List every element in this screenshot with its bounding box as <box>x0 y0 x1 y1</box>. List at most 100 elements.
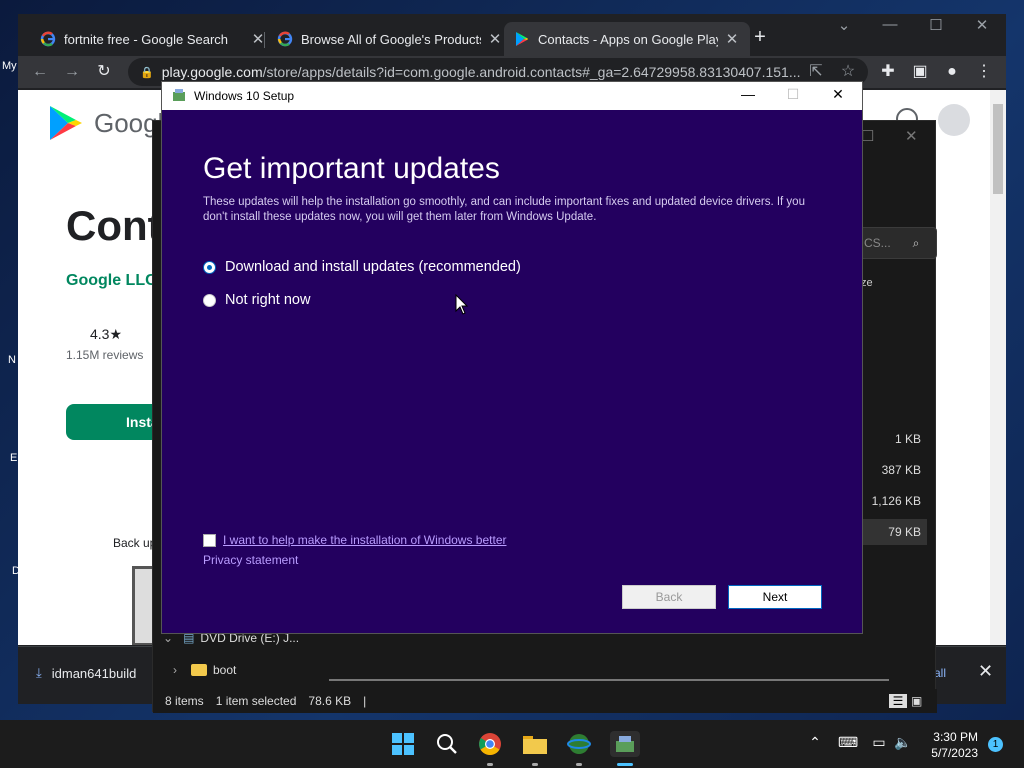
download-file-icon: ⤓ <box>36 665 42 680</box>
network-icon[interactable]: ▭ <box>870 734 888 751</box>
tab-label: fortnite free - Google Search <box>64 31 229 47</box>
side-panel-icon[interactable]: ▣ <box>910 62 930 82</box>
clock[interactable]: 3:30 PM 5/7/2023 <box>926 729 978 761</box>
tab-divider <box>264 32 265 48</box>
dialog-title: Windows 10 Setup <box>194 89 295 103</box>
rating-value: 4.3★ <box>90 326 123 342</box>
google-play-icon <box>50 106 82 140</box>
maximize-icon[interactable]: ☐ <box>861 127 874 145</box>
mouse-cursor-icon <box>455 294 469 315</box>
status-bar: 8 items 1 item selected 78.6 KB | ☰ ▣ <box>153 689 937 713</box>
radio-selected[interactable] <box>203 260 216 274</box>
desktop-icon-label[interactable]: N <box>8 354 16 366</box>
dialog-titlebar: Windows 10 Setup — ☐ ✕ <box>162 82 862 110</box>
maximize-icon[interactable]: ☐ <box>924 16 948 34</box>
file-size-cell[interactable]: 387 KB <box>855 457 927 483</box>
tab-contacts-play[interactable]: Contacts - Apps on Google Play ✕ <box>504 22 750 56</box>
close-icon[interactable]: ✕ <box>970 16 994 34</box>
option-download-updates[interactable]: Download and install updates (recommende… <box>203 259 521 275</box>
search-icon[interactable] <box>434 731 460 757</box>
desktop-icon-label[interactable]: E <box>10 452 17 464</box>
setup-app-icon <box>172 88 186 105</box>
nav-item-label: boot <box>213 663 237 677</box>
privacy-statement-link[interactable]: Privacy statement <box>203 553 298 567</box>
tab-search-icon[interactable]: ⌄ <box>832 16 856 34</box>
volume-icon[interactable]: 🔈 <box>894 734 912 751</box>
app-title: Cont <box>66 202 162 249</box>
tab-close-icon[interactable]: ✕ <box>487 30 503 48</box>
back-button[interactable]: Back <box>622 585 716 609</box>
share-icon[interactable]: ⇱ <box>806 62 826 82</box>
help-improve-checkbox[interactable] <box>203 534 216 547</box>
developer-link[interactable]: Google LLC <box>66 272 157 290</box>
bookmark-star-icon[interactable]: ☆ <box>838 62 858 82</box>
file-size-cell[interactable]: 1,126 KB <box>855 488 927 514</box>
tab-close-icon[interactable]: ✕ <box>724 30 740 48</box>
chrome-icon[interactable] <box>477 731 503 757</box>
windows-setup-dialog: Windows 10 Setup — ☐ ✕ Get important upd… <box>161 81 863 634</box>
feature-caption: Back up <box>113 536 157 550</box>
download-filename: idman641build <box>51 665 137 681</box>
tab-google-products[interactable]: Browse All of Google's Products ✕ <box>267 22 513 56</box>
minimize-icon[interactable]: — <box>738 86 758 102</box>
url-host: play.google.com <box>161 64 263 80</box>
nav-item-boot[interactable]: › boot <box>163 663 236 677</box>
search-input[interactable]: CS... ⌕ <box>853 227 937 259</box>
close-download-bar-icon[interactable]: ✕ <box>978 661 993 682</box>
forward-arrow-icon[interactable]: → <box>62 62 82 82</box>
option-label: Not right now <box>225 292 311 308</box>
file-explorer-icon[interactable] <box>522 731 548 757</box>
avatar[interactable] <box>938 104 970 136</box>
horizontal-scrollbar[interactable] <box>329 679 889 681</box>
desktop-icon-label[interactable]: My <box>2 60 17 72</box>
download-item[interactable]: ⤓ idman641build <box>36 665 136 681</box>
next-button[interactable]: Next <box>728 585 822 609</box>
scrollbar-thumb[interactable] <box>993 104 1003 194</box>
search-placeholder: CS... <box>864 236 891 250</box>
new-tab-icon[interactable]: + <box>750 26 770 49</box>
profile-icon[interactable]: ● <box>942 62 962 82</box>
clock-date: 5/7/2023 <box>931 746 978 760</box>
minimize-icon[interactable]: — <box>878 16 902 33</box>
start-windows-icon[interactable] <box>390 731 416 757</box>
description-text: These updates will help the installation… <box>203 196 805 223</box>
lock-icon[interactable]: 🔒 <box>140 66 154 79</box>
item-count: 8 items <box>165 694 204 708</box>
notification-badge[interactable]: 1 <box>988 737 1003 752</box>
selection-size: 78.6 KB <box>308 694 352 708</box>
help-improve-link[interactable]: I want to help make the installation of … <box>223 533 506 547</box>
google-play-icon <box>514 31 530 47</box>
menu-kebab-icon[interactable]: ⋮ <box>974 62 994 82</box>
tiles-view-icon[interactable]: ▣ <box>911 694 922 708</box>
download-manager-icon[interactable] <box>566 731 592 757</box>
details-view-icon[interactable]: ☰ <box>889 694 907 708</box>
file-size-cell-selected[interactable]: 79 KB <box>855 519 927 545</box>
close-icon[interactable]: ✕ <box>905 127 918 145</box>
radio-unselected[interactable] <box>203 293 216 307</box>
file-size-cell[interactable]: 1 KB <box>855 426 927 452</box>
chevron-up-icon[interactable]: ⌃ <box>806 734 824 751</box>
google-g-icon <box>277 31 293 47</box>
extensions-puzzle-icon[interactable]: ✚ <box>878 62 898 82</box>
running-indicator <box>487 763 493 766</box>
review-count: 1.15M reviews <box>66 348 144 362</box>
windows-setup-taskbar-icon[interactable] <box>610 731 640 757</box>
status-divider: | <box>363 694 367 708</box>
back-arrow-icon[interactable]: ← <box>30 62 50 82</box>
running-indicator <box>532 763 538 766</box>
maximize-icon: ☐ <box>786 86 800 102</box>
tab-fortnite-search[interactable]: fortnite free - Google Search ✕ <box>30 22 276 56</box>
tab-label: Contacts - Apps on Google Play <box>538 31 718 47</box>
option-label: Download and install updates (recommende… <box>225 259 521 275</box>
option-not-right-now[interactable]: Not right now <box>203 292 310 308</box>
search-icon: ⌕ <box>912 235 920 250</box>
keyboard-icon[interactable]: ⌨ <box>838 734 858 751</box>
url-path: /store/apps/details?id=com.google.androi… <box>262 64 801 80</box>
chevron-right-icon[interactable]: › <box>173 663 177 677</box>
close-icon[interactable]: ✕ <box>828 86 848 103</box>
google-g-icon <box>40 31 56 47</box>
page-scrollbar[interactable] <box>990 90 1006 645</box>
reload-icon[interactable]: ↻ <box>94 62 114 82</box>
folder-icon <box>191 664 207 676</box>
taskbar: ⌃ ⌨ ▭ 🔈 3:30 PM 5/7/2023 1 <box>0 720 1024 768</box>
